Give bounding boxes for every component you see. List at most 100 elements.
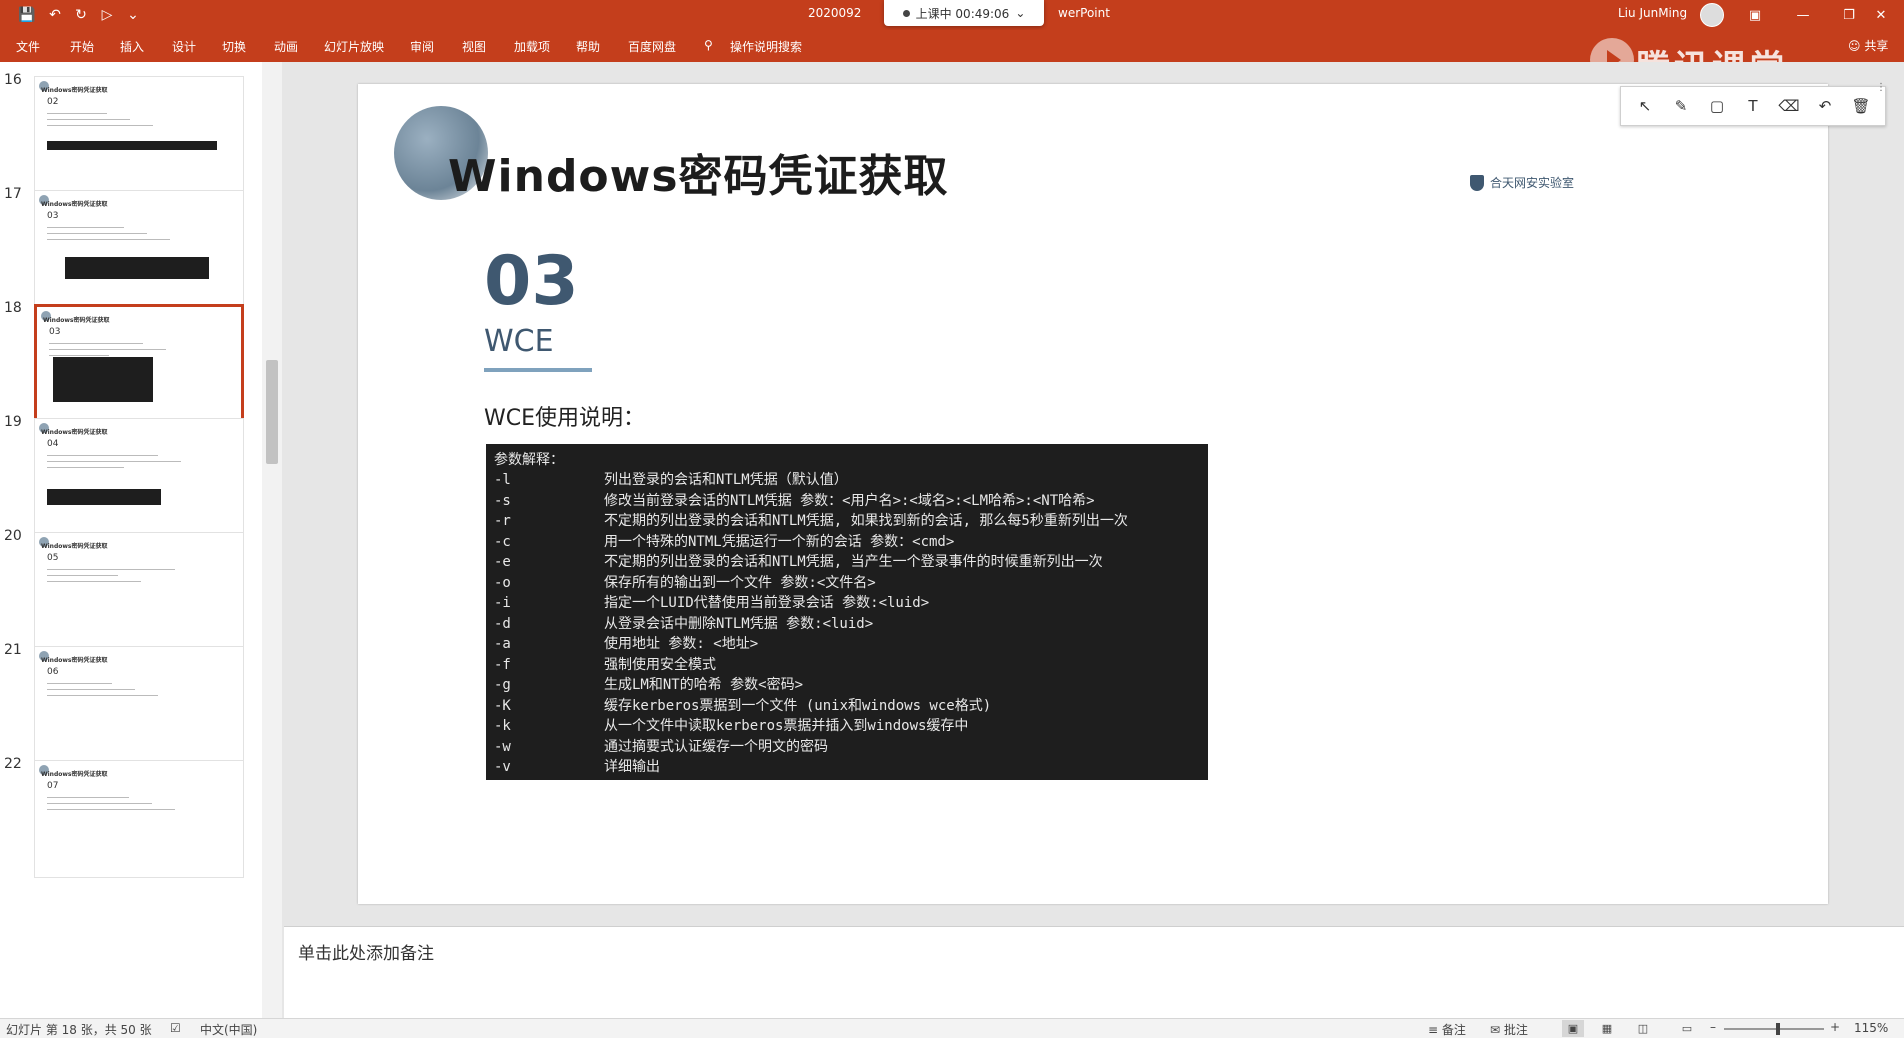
thumbnail-subtitle: 02	[47, 97, 59, 107]
slideshow-view-icon[interactable]: ▭	[1676, 1020, 1698, 1037]
tab-animations[interactable]: 动画	[274, 38, 298, 55]
option-row: -v 详细输出	[494, 757, 1200, 778]
thumbnail-text-line	[47, 575, 118, 576]
option-description: 缓存kerberos票据到一个文件 (unix和windows wce格式)	[604, 697, 992, 714]
app-name: werPoint	[1058, 6, 1110, 20]
zoom-in-icon[interactable]: +	[1830, 1020, 1840, 1034]
class-timer[interactable]: 上课中 00:49:06 ⌄	[884, 0, 1044, 26]
thumbnail-title: Windows密码凭证获取	[41, 87, 108, 94]
text-icon[interactable]: T	[1738, 92, 1768, 120]
zoom-slider[interactable]	[1724, 1028, 1824, 1030]
person-icon: ☺	[1848, 39, 1861, 53]
option-description: 保存所有的输出到一个文件 参数:<文件名>	[604, 574, 876, 591]
tab-transitions[interactable]: 切换	[222, 38, 246, 55]
option-description: 不定期的列出登录的会话和NTLM凭据, 如果找到新的会话, 那么每5秒重新列出一…	[604, 513, 1128, 529]
slide-thumbnail[interactable]: Windows密码凭证获取 06	[34, 646, 244, 764]
tab-addins[interactable]: 加载项	[514, 38, 550, 55]
ribbon-display-icon[interactable]: ▣	[1732, 0, 1778, 30]
minimize-icon[interactable]: —	[1780, 0, 1826, 30]
eraser-icon[interactable]: ⌫	[1774, 92, 1804, 120]
terminal-screenshot[interactable]: 参数解释： -l 列出登录的会话和NTLM凭据（默认值） -s 修改当前登录会话的NT…	[486, 444, 1208, 780]
option-description: 指定一个LUID代替使用当前登录会话 参数:<luid>	[604, 595, 930, 611]
tab-help[interactable]: 帮助	[576, 38, 600, 55]
option-flag: -g	[494, 677, 511, 693]
terminal-header: 参数解释：	[494, 452, 564, 468]
document-title: 2020092	[808, 6, 862, 20]
section-subtitle[interactable]: WCE	[484, 324, 554, 359]
annotation-toolbar: ↖ ✎ ▢ T ⌫ ↶ 🗑	[1620, 86, 1886, 126]
tab-baidu-netdisk[interactable]: 百度网盘	[628, 38, 676, 55]
pen-icon[interactable]: ✎	[1666, 92, 1696, 120]
option-flag: -k	[494, 718, 511, 734]
thumbnail-subtitle: 07	[47, 781, 59, 791]
thumbnail-text-line	[49, 349, 166, 350]
slide-title[interactable]: Windows密码凭证获取	[448, 140, 949, 204]
thumbnail-number: 17	[4, 186, 22, 202]
slide-thumbnail[interactable]: Windows密码凭证获取 07	[34, 760, 244, 878]
zoom-out-icon[interactable]: –	[1710, 1020, 1716, 1034]
toolbar-grip-icon[interactable]: ⋮	[1876, 82, 1886, 93]
slide-thumbnail[interactable]: Windows密码凭证获取 04	[34, 418, 244, 536]
notes-pane[interactable]: 单击此处添加备注	[284, 926, 1904, 1018]
option-row: -f 强制使用安全模式	[494, 655, 1200, 676]
thumbnail-subtitle: 06	[47, 667, 59, 677]
customize-icon[interactable]: ⌄	[122, 4, 144, 26]
logo-text: 合天网安实验室	[1490, 176, 1575, 190]
avatar[interactable]	[1700, 3, 1724, 27]
thumbnail-text-line	[47, 125, 153, 126]
slide-thumbnail[interactable]: Windows密码凭证获取 03	[34, 190, 244, 308]
thumbnail-title: Windows密码凭证获取	[41, 429, 108, 436]
section-number[interactable]: 03	[484, 242, 579, 321]
thumbnail-subtitle: 05	[47, 553, 59, 563]
close-icon[interactable]: ✕	[1858, 0, 1904, 30]
rectangle-icon[interactable]: ▢	[1702, 92, 1732, 120]
slide-thumbnail[interactable]: Windows密码凭证获取 02	[34, 76, 244, 194]
option-row: -e 不定期的列出登录的会话和NTLM凭据, 当产生一个登录事件的时候重新列出一次	[494, 552, 1200, 573]
comments-button[interactable]: ✉ 批注	[1490, 1021, 1528, 1038]
tab-insert[interactable]: 插入	[120, 38, 144, 55]
normal-view-icon[interactable]: ▣	[1562, 1020, 1584, 1037]
zoom-level[interactable]: 115%	[1854, 1021, 1888, 1035]
start-from-beginning-icon[interactable]: ▷	[96, 4, 118, 26]
slide-thumbnail[interactable]: Windows密码凭证获取 05	[34, 532, 244, 650]
scrollbar-thumb[interactable]	[266, 360, 278, 464]
option-row: -K 缓存kerberos票据到一个文件 (unix和windows wce格式)	[494, 696, 1200, 717]
thumbnail-text-line	[47, 581, 141, 582]
thumbnail-text-line	[49, 343, 143, 344]
redo-icon[interactable]: ↻	[70, 4, 92, 26]
thumbnail-scrollbar[interactable]	[262, 62, 282, 1018]
thumbnail-title: Windows密码凭证获取	[41, 771, 108, 778]
share-label: 共享	[1864, 39, 1889, 53]
thumbnail-text-line	[47, 803, 152, 804]
user-name[interactable]: Liu JunMing	[1618, 6, 1687, 20]
tab-view[interactable]: 视图	[462, 38, 486, 55]
select-arrow-icon[interactable]: ↖	[1630, 92, 1660, 120]
slide-sorter-icon[interactable]: ▦	[1596, 1020, 1618, 1037]
thumbnail-text-line	[47, 695, 158, 696]
slide-counter: 幻灯片 第 18 张，共 50 张	[6, 1023, 152, 1037]
option-flag: -i	[494, 595, 511, 611]
tab-review[interactable]: 审阅	[410, 38, 434, 55]
reading-view-icon[interactable]: ◫	[1632, 1020, 1654, 1037]
option-flag: -f	[494, 656, 511, 673]
slide-thumbnail[interactable]: Windows密码凭证获取 03	[34, 304, 244, 422]
option-description: 列出登录的会话和NTLM凭据（默认值）	[604, 472, 848, 488]
zoom-slider-knob[interactable]	[1776, 1023, 1780, 1035]
tell-me-search[interactable]: 操作说明搜索	[730, 38, 802, 55]
tab-file[interactable]: 文件	[16, 38, 40, 55]
language-indicator[interactable]: 中文(中国)	[200, 1021, 257, 1038]
tab-design[interactable]: 设计	[172, 38, 196, 55]
notes-placeholder[interactable]: 单击此处添加备注	[298, 939, 434, 964]
tab-slideshow[interactable]: 幻灯片放映	[324, 38, 384, 55]
option-flag: -r	[494, 513, 511, 529]
delete-icon[interactable]: 🗑	[1846, 92, 1876, 120]
slide-canvas[interactable]: Windows密码凭证获取 合天网安实验室 03 WCE WCE使用说明： 参数…	[358, 84, 1828, 904]
save-icon[interactable]: 💾	[16, 4, 38, 26]
accessibility-icon[interactable]: ☑	[170, 1021, 181, 1035]
section-heading[interactable]: WCE使用说明：	[484, 400, 645, 432]
undo-icon[interactable]: ↶	[44, 4, 66, 26]
tab-home[interactable]: 开始	[70, 38, 94, 55]
notes-button[interactable]: ≡ 备注	[1428, 1021, 1466, 1038]
undo-icon[interactable]: ↶	[1810, 92, 1840, 120]
share-button[interactable]: ☺ 共享	[1848, 37, 1888, 54]
